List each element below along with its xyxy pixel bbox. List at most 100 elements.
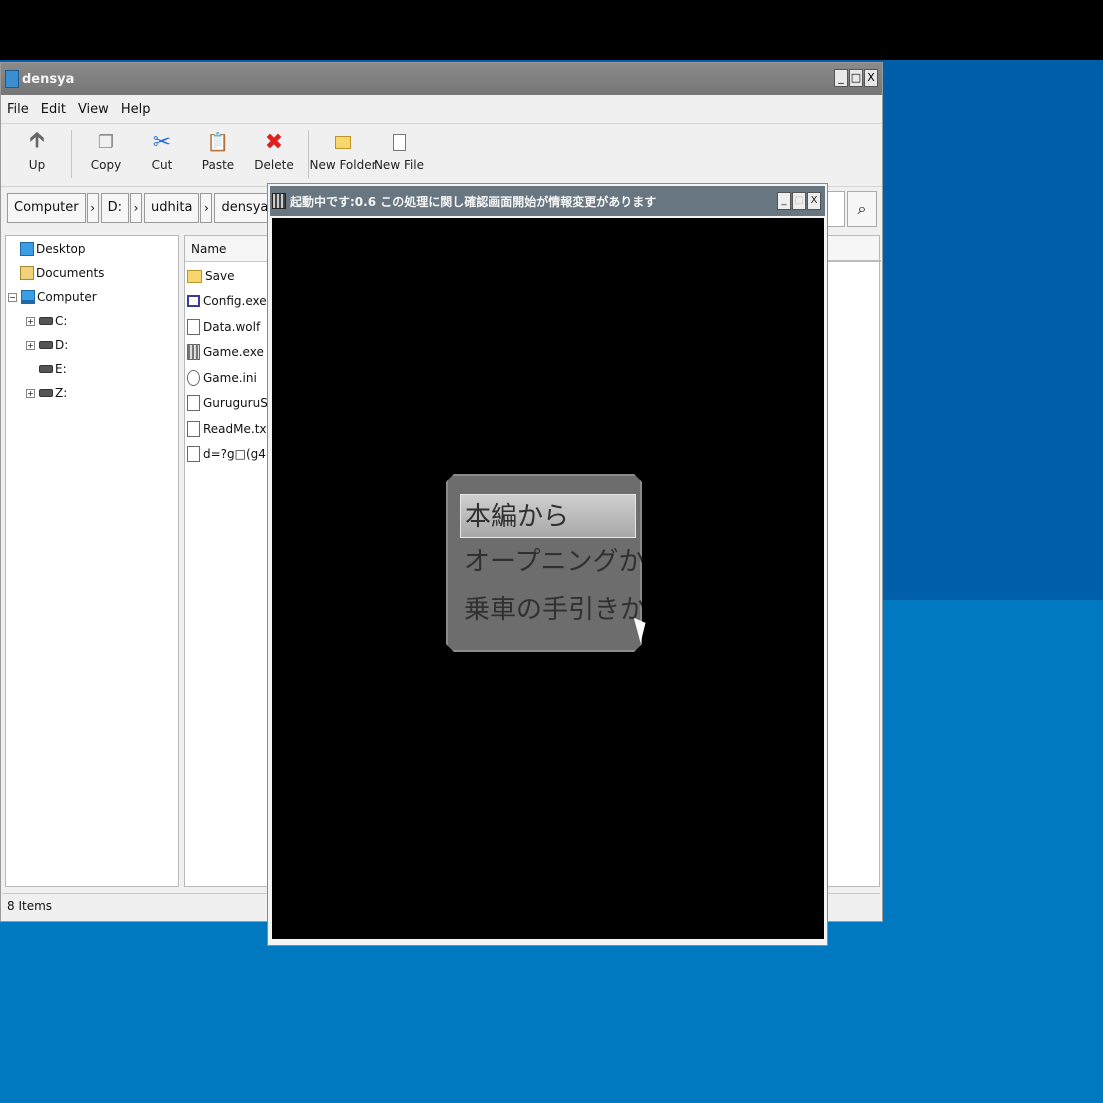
scissors-icon: ✂ (152, 129, 172, 155)
documents-icon (20, 266, 34, 280)
title-menu: 本編から オープニングから 乗車の手引きから (446, 474, 642, 652)
menu-bar: File Edit View Help (1, 95, 882, 123)
tree-item-c-drive[interactable]: + C: (26, 310, 67, 332)
up-button[interactable]: 🡱 Up (9, 128, 65, 172)
menu-help[interactable]: Help (121, 102, 151, 117)
search-input[interactable] (825, 191, 845, 227)
file-row-game-exe[interactable]: Game.exe (187, 340, 264, 364)
game-maximize-button[interactable]: □ (792, 192, 806, 210)
game-minimize-button[interactable]: _ (777, 192, 791, 210)
new-file-label: New File (373, 158, 425, 172)
menu-edit[interactable]: Edit (41, 102, 66, 117)
menu-option-tutorial[interactable]: 乗車の手引きから (460, 588, 636, 632)
file-name: Save (205, 269, 235, 283)
tree-label: Desktop (36, 242, 86, 256)
menu-option-main-story[interactable]: 本編から (460, 494, 636, 538)
drive-icon (39, 341, 53, 349)
tree-label: Computer (37, 290, 97, 304)
document-icon (187, 319, 200, 335)
tree-item-documents[interactable]: Documents (20, 262, 104, 284)
app-icon (5, 70, 19, 88)
cut-button[interactable]: ✂ Cut (134, 128, 190, 173)
file-manager-title-bar[interactable]: densya _ □ X (1, 63, 882, 95)
menu-file[interactable]: File (7, 102, 29, 117)
expand-icon[interactable]: + (26, 316, 35, 326)
minimize-button[interactable]: _ (834, 69, 848, 87)
file-row-config[interactable]: Config.exe (187, 289, 267, 313)
chevron-right-icon[interactable]: › (200, 193, 213, 223)
paste-icon: 📋 (206, 131, 230, 153)
drive-icon (39, 389, 53, 397)
tree-item-desktop[interactable]: Desktop (20, 238, 86, 260)
folder-icon (187, 269, 202, 283)
chevron-right-icon[interactable]: › (130, 193, 143, 223)
new-folder-label: New Folder (309, 158, 377, 172)
game-screen[interactable]: 本編から オープニングから 乗車の手引きから (272, 218, 824, 939)
application-icon (187, 295, 200, 307)
desktop-icon (20, 242, 34, 256)
file-row-save[interactable]: Save (187, 264, 234, 288)
tree-label: C: (55, 314, 68, 328)
cut-label: Cut (151, 158, 173, 172)
file-row-data[interactable]: Data.wolf (187, 315, 260, 339)
file-name: Game.ini (203, 371, 257, 385)
file-name: Data.wolf (203, 320, 261, 334)
tree-label: D: (55, 338, 69, 352)
document-icon (187, 395, 200, 411)
settings-file-icon (187, 370, 200, 386)
menu-view[interactable]: View (78, 102, 109, 117)
file-name: ReadMe.txt (203, 422, 272, 436)
file-name: Game.exe (203, 345, 264, 359)
breadcrumb-udhita[interactable]: udhita (144, 193, 200, 223)
paste-button[interactable]: 📋 Paste (190, 128, 246, 173)
menu-option-opening[interactable]: オープニングから (460, 540, 636, 584)
search-icon: ⌕ (857, 199, 867, 218)
window-title: densya (22, 71, 75, 87)
game-window-title: 起動中です:0.6 この処理に関し確認画面開始が情報変更があります (290, 194, 657, 209)
breadcrumb-d-drive[interactable]: D: (100, 193, 130, 223)
expand-icon[interactable]: + (26, 388, 35, 398)
toolbar-separator (71, 130, 72, 178)
maximize-button[interactable]: □ (849, 69, 863, 87)
up-arrow-icon: 🡱 (29, 128, 45, 153)
tree-label: E: (55, 362, 67, 376)
delete-label: Delete (254, 158, 294, 172)
game-app-icon (272, 193, 286, 209)
close-button[interactable]: X (864, 69, 878, 87)
computer-icon (21, 290, 35, 304)
new-folder-button[interactable]: New Folder (309, 128, 377, 172)
delete-icon: ✖ (264, 129, 284, 155)
tree-item-z-drive[interactable]: + Z: (26, 382, 67, 404)
expand-icon[interactable]: + (26, 340, 35, 350)
toolbar: 🡱 Up ❐ Copy ✂ Cut 📋 Paste ✖ Delete New F… (1, 123, 882, 187)
breadcrumb: Computer › D: › udhita › densya › (7, 191, 290, 225)
text-file-icon (187, 446, 200, 462)
column-header-label: Name (191, 241, 227, 256)
delete-button[interactable]: ✖ Delete (246, 128, 302, 173)
collapse-icon[interactable]: − (8, 292, 17, 302)
new-folder-icon (331, 128, 355, 156)
tree-item-e-drive[interactable]: E: (39, 358, 67, 380)
tree-item-computer[interactable]: − Computer (8, 286, 97, 308)
paste-label: Paste (201, 158, 235, 172)
top-black-bar (0, 0, 1103, 60)
game-title-bar[interactable]: 起動中です:0.6 この処理に関し確認画面開始が情報変更があります _ □ X (270, 186, 825, 216)
chevron-right-icon[interactable]: › (86, 193, 99, 223)
text-file-icon (187, 421, 200, 437)
up-label: Up (28, 158, 46, 172)
desktop-background-right (880, 60, 1103, 600)
header-divider (827, 260, 881, 262)
file-name: Config.exe (203, 294, 267, 308)
game-close-button[interactable]: X (807, 192, 821, 210)
drive-icon (39, 365, 53, 373)
new-file-button[interactable]: New File (371, 128, 427, 172)
new-file-icon (387, 128, 411, 156)
tree-item-d-drive[interactable]: + D: (26, 334, 68, 356)
copy-button[interactable]: ❐ Copy (78, 128, 134, 173)
breadcrumb-computer[interactable]: Computer (7, 193, 86, 223)
file-row-game-ini[interactable]: Game.ini (187, 366, 257, 390)
search-button[interactable]: ⌕ (847, 191, 877, 227)
copy-label: Copy (90, 158, 122, 172)
file-row-readme[interactable]: ReadMe.txt (187, 417, 271, 441)
tree-label: Z: (55, 386, 68, 400)
